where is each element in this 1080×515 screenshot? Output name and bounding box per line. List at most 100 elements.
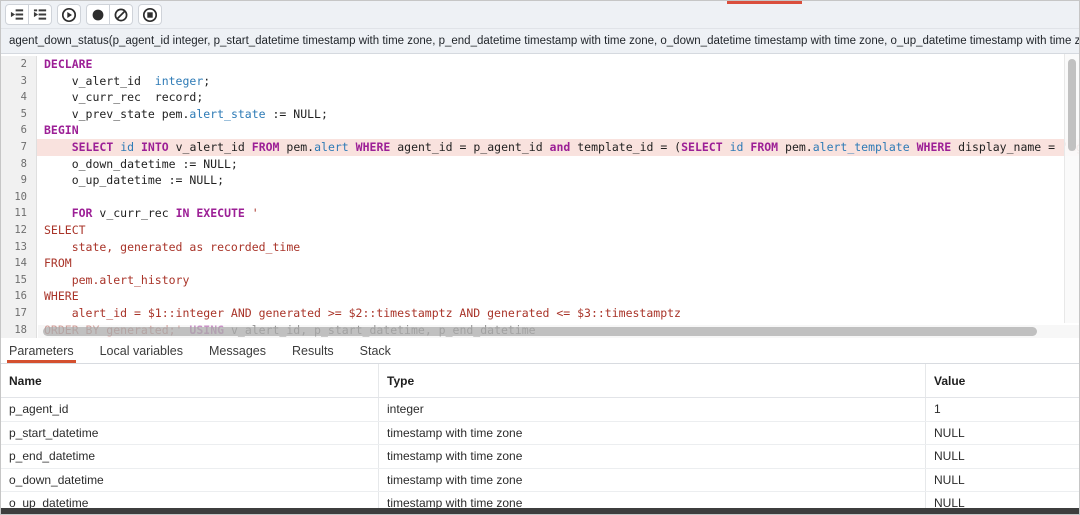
line-number: 6 bbox=[1, 122, 37, 139]
tab-local-variables[interactable]: Local variables bbox=[100, 338, 183, 363]
line-code: v_curr_rec record; bbox=[37, 89, 1079, 106]
step-into-button[interactable] bbox=[5, 4, 29, 25]
line-number: 16 bbox=[1, 288, 37, 305]
debugger-panel-tabs: Parameters Local variables Messages Results… bbox=[1, 338, 1079, 364]
table-row[interactable]: p_end_datetimetimestamp with time zoneNU… bbox=[1, 445, 1079, 469]
vertical-scrollbar[interactable] bbox=[1064, 54, 1079, 323]
column-header-type[interactable]: Type bbox=[379, 364, 926, 397]
table-cell: timestamp with time zone bbox=[379, 422, 926, 445]
code-line-7[interactable]: 7 SELECT id INTO v_alert_id FROM pem.ale… bbox=[1, 139, 1079, 156]
code-editor[interactable]: 2DECLARE3 v_alert_id integer;4 v_curr_re… bbox=[1, 54, 1079, 338]
play-circle-icon bbox=[61, 7, 77, 23]
code-line-8[interactable]: 8 o_down_datetime := NULL; bbox=[1, 156, 1079, 173]
line-number: 11 bbox=[1, 205, 37, 222]
table-cell: p_agent_id bbox=[1, 398, 379, 421]
line-code: pem.alert_history bbox=[37, 272, 1079, 289]
table-row[interactable]: p_agent_idinteger1 bbox=[1, 398, 1079, 422]
continue-button-group bbox=[57, 4, 81, 25]
debugger-window: agent_down_status(p_agent_id integer, p_… bbox=[0, 0, 1080, 515]
code-line-9[interactable]: 9 o_up_datetime := NULL; bbox=[1, 172, 1079, 189]
code-line-5[interactable]: 5 v_prev_state pem.alert_state := NULL; bbox=[1, 106, 1079, 123]
table-cell: p_end_datetime bbox=[1, 445, 379, 468]
function-signature: agent_down_status(p_agent_id integer, p_… bbox=[9, 35, 1079, 47]
column-header-name[interactable]: Name bbox=[1, 364, 379, 397]
code-line-12[interactable]: 12SELECT bbox=[1, 222, 1079, 239]
line-code: FROM bbox=[37, 255, 1079, 272]
code-line-3[interactable]: 3 v_alert_id integer; bbox=[1, 73, 1079, 90]
step-button-group bbox=[5, 4, 52, 25]
line-number: 13 bbox=[1, 239, 37, 256]
line-number: 15 bbox=[1, 272, 37, 289]
vertical-scrollbar-thumb[interactable] bbox=[1068, 59, 1076, 151]
line-code: BEGIN bbox=[37, 122, 1079, 139]
code-line-4[interactable]: 4 v_curr_rec record; bbox=[1, 89, 1079, 106]
line-code: o_up_datetime := NULL; bbox=[37, 172, 1079, 189]
stop-button[interactable] bbox=[138, 4, 162, 25]
code-line-6[interactable]: 6BEGIN bbox=[1, 122, 1079, 139]
breakpoint-dot-icon bbox=[90, 7, 106, 23]
grid-body: p_agent_idinteger1p_start_datetimetimest… bbox=[1, 398, 1079, 510]
line-code: SELECT id INTO v_alert_id FROM pem.alert… bbox=[37, 139, 1079, 156]
line-number: 5 bbox=[1, 106, 37, 123]
debugger-toolbar bbox=[1, 1, 1079, 29]
line-number: 12 bbox=[1, 222, 37, 239]
code-line-11[interactable]: 11 FOR v_curr_rec IN EXECUTE ' bbox=[1, 205, 1079, 222]
grid-header-row: NameTypeValue bbox=[1, 364, 1079, 398]
clear-all-breakpoints-button[interactable] bbox=[109, 4, 133, 25]
code-line-13[interactable]: 13 state, generated as recorded_time bbox=[1, 239, 1079, 256]
toggle-breakpoint-button[interactable] bbox=[86, 4, 110, 25]
line-code: alert_id = $1::integer AND generated >= … bbox=[37, 305, 1079, 322]
line-number: 2 bbox=[1, 56, 37, 73]
table-cell: timestamp with time zone bbox=[379, 445, 926, 468]
line-code: WHERE bbox=[37, 288, 1079, 305]
table-cell: integer bbox=[379, 398, 926, 421]
tab-stack[interactable]: Stack bbox=[360, 338, 391, 363]
code-line-10[interactable]: 10 bbox=[1, 189, 1079, 206]
table-cell: p_start_datetime bbox=[1, 422, 379, 445]
line-number: 10 bbox=[1, 189, 37, 206]
code-line-15[interactable]: 15 pem.alert_history bbox=[1, 272, 1079, 289]
step-over-icon bbox=[33, 7, 48, 22]
step-over-button[interactable] bbox=[28, 4, 52, 25]
line-number: 9 bbox=[1, 172, 37, 189]
horizontal-scrollbar-thumb[interactable] bbox=[43, 327, 1037, 336]
code-lines: 2DECLARE3 v_alert_id integer;4 v_curr_re… bbox=[1, 54, 1079, 338]
horizontal-scrollbar[interactable] bbox=[38, 325, 1079, 338]
line-number: 8 bbox=[1, 156, 37, 173]
code-line-17[interactable]: 17 alert_id = $1::integer AND generated … bbox=[1, 305, 1079, 322]
table-row[interactable]: p_start_datetimetimestamp with time zone… bbox=[1, 422, 1079, 446]
table-row[interactable]: o_down_datetimetimestamp with time zoneN… bbox=[1, 469, 1079, 493]
line-code: state, generated as recorded_time bbox=[37, 239, 1079, 256]
no-entry-icon bbox=[113, 7, 129, 23]
bottom-edge-bar bbox=[1, 508, 1079, 514]
line-code: FOR v_curr_rec IN EXECUTE ' bbox=[37, 205, 1079, 222]
tab-results[interactable]: Results bbox=[292, 338, 334, 363]
code-line-16[interactable]: 16WHERE bbox=[1, 288, 1079, 305]
code-line-14[interactable]: 14FROM bbox=[1, 255, 1079, 272]
table-cell: 1 bbox=[926, 398, 1079, 421]
line-code: v_alert_id integer; bbox=[37, 73, 1079, 90]
line-code: o_down_datetime := NULL; bbox=[37, 156, 1079, 173]
column-header-value[interactable]: Value bbox=[926, 364, 1079, 397]
tab-parameters[interactable]: Parameters bbox=[9, 338, 74, 363]
line-number: 7 bbox=[1, 139, 37, 156]
line-number: 4 bbox=[1, 89, 37, 106]
table-cell: timestamp with time zone bbox=[379, 469, 926, 492]
code-line-2[interactable]: 2DECLARE bbox=[1, 56, 1079, 73]
line-code: v_prev_state pem.alert_state := NULL; bbox=[37, 106, 1079, 123]
stop-button-group bbox=[138, 4, 162, 25]
continue-button[interactable] bbox=[57, 4, 81, 25]
line-number: 3 bbox=[1, 73, 37, 90]
breakpoint-button-group bbox=[86, 4, 133, 25]
stop-circle-icon bbox=[142, 7, 158, 23]
line-code: SELECT bbox=[37, 222, 1079, 239]
table-cell: o_down_datetime bbox=[1, 469, 379, 492]
line-number: 18 bbox=[1, 322, 37, 339]
step-into-icon bbox=[10, 7, 25, 22]
line-number: 17 bbox=[1, 305, 37, 322]
active-tab-indicator bbox=[727, 1, 802, 4]
table-cell: NULL bbox=[926, 445, 1079, 468]
parameters-grid: NameTypeValue p_agent_idinteger1p_start_… bbox=[1, 364, 1079, 510]
tab-messages[interactable]: Messages bbox=[209, 338, 266, 363]
table-cell: NULL bbox=[926, 469, 1079, 492]
